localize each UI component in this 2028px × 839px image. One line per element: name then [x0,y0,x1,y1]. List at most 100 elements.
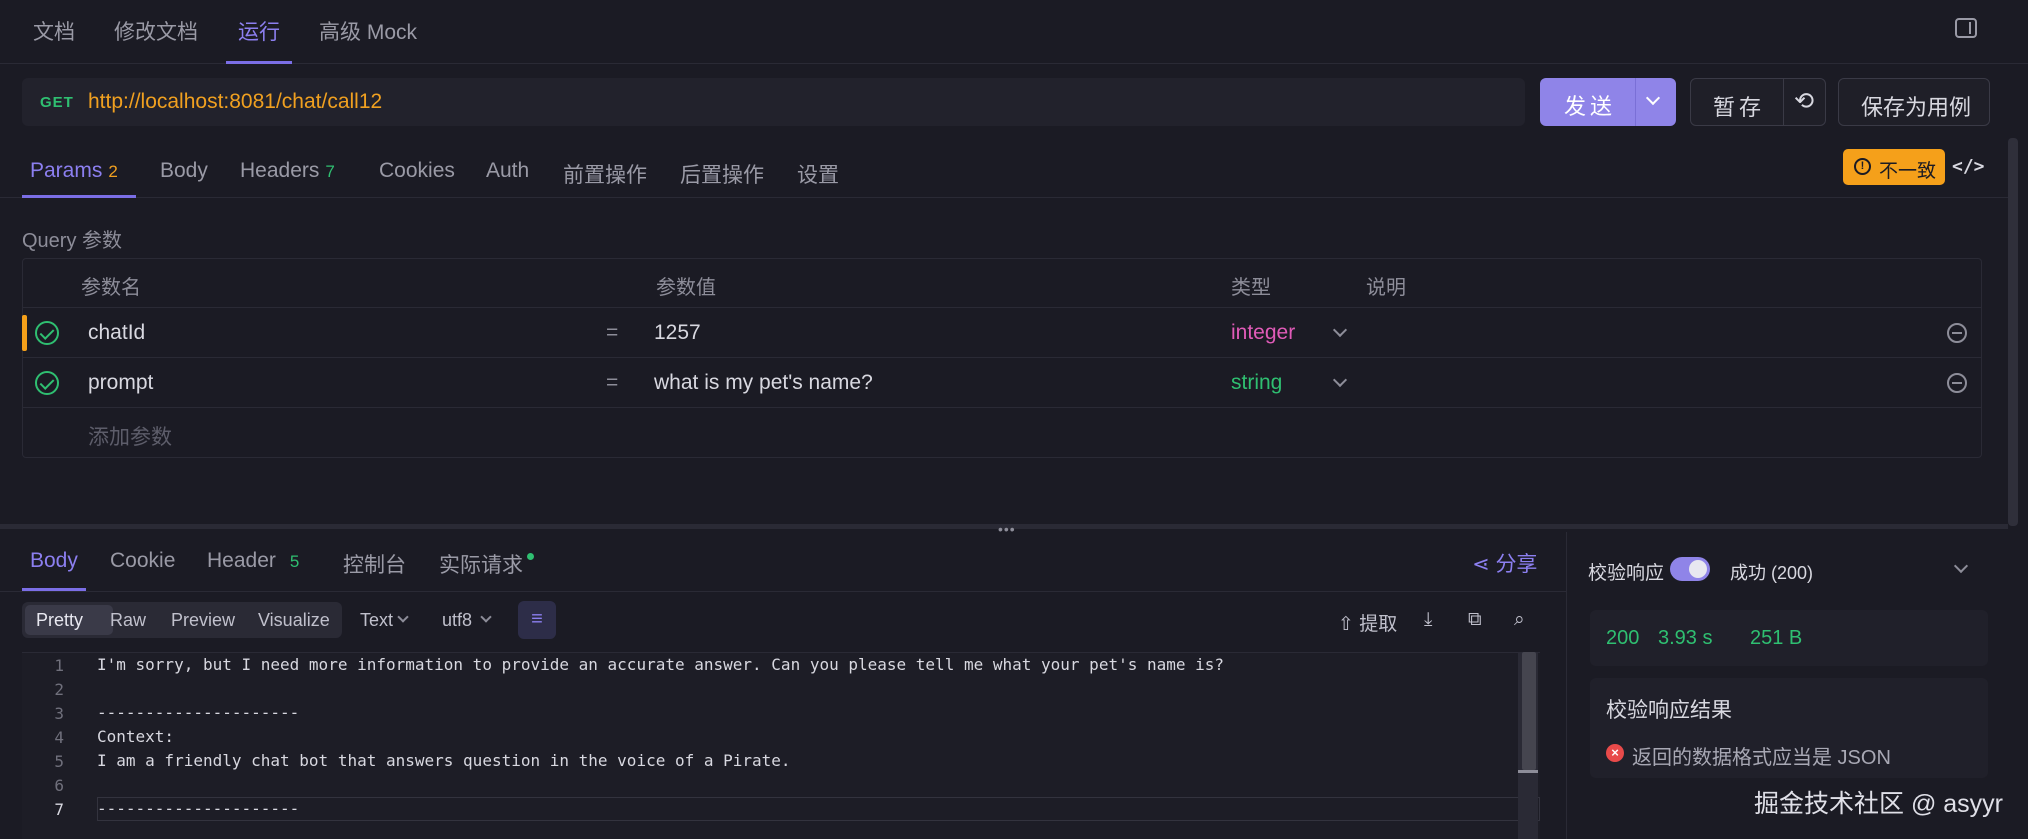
validate-toggle[interactable] [1670,557,1710,581]
save-as-case-label: 保存为用例 [1861,95,1972,120]
view-mode-preview[interactable]: Preview [171,610,235,631]
tab-response-cookie[interactable]: Cookie [110,549,175,573]
validation-error-text: 返回的数据格式应当是 JSON [1632,747,1891,769]
equals-sign: = [606,371,619,394]
watermark: 掘金技术社区 @ asyyr [1754,790,2003,818]
http-method[interactable]: GET [40,94,74,111]
mismatch-badge[interactable]: ! 不一致 [1843,149,1945,185]
add-param-input[interactable]: 添加参数 [88,421,172,451]
tab-headers[interactable]: Headers 7 [240,159,335,183]
table-row: prompt = what is my pet's name? string [23,359,1981,408]
checkbox-checked-icon[interactable] [35,321,59,345]
tab-body[interactable]: Body [160,159,208,183]
active-tab-indicator [226,61,292,64]
code-line: 6 [54,776,64,795]
response-stats: 200 3.93 s 251 B [1590,610,1988,666]
param-type-select[interactable]: string [1231,371,1282,395]
scrollbar[interactable] [2008,138,2018,526]
share-button[interactable]: ⋖ 分享 [1472,548,1537,578]
view-mode-selector: Pretty Raw Preview Visualize [22,602,342,638]
active-tab-indicator [22,588,86,591]
tab-docs[interactable]: 文档 [33,16,75,46]
param-name[interactable]: prompt [88,371,153,395]
chevron-down-icon[interactable] [1332,322,1348,338]
chevron-down-icon[interactable] [480,611,492,623]
send-button[interactable]: 发送 [1540,78,1676,126]
tab-actual-request[interactable]: 实际请求 [439,549,534,579]
chevron-down-icon[interactable] [397,611,409,623]
tab-params[interactable]: Params 2 [30,159,118,183]
copy-icon[interactable]: ⧉ [1468,609,1482,631]
remove-icon[interactable] [1947,373,1967,393]
tab-pre-actions[interactable]: 前置操作 [563,159,647,189]
tab-advanced-mock[interactable]: 高级 Mock [319,16,417,46]
tab-auth[interactable]: Auth [486,159,529,183]
code-line: 2 [54,680,64,699]
code-line: 1 I'm sorry, but I need more information … [54,655,1225,675]
validation-status[interactable]: 成功 (200) [1730,559,1813,585]
tab-response-header[interactable]: Header 5 [207,549,299,573]
encoding-select[interactable]: utf8 [442,610,472,631]
table-header-row: 参数名 参数值 类型 说明 [23,259,1981,308]
view-mode-raw[interactable]: Raw [110,610,146,631]
column-header: 参数值 [656,277,716,299]
response-body-editor[interactable]: 1 I'm sorry, but I need more information … [22,652,1540,839]
column-header: 说明 [1366,277,1406,299]
code-line: 5I am a friendly chat bot that answers q… [54,751,791,771]
status-code: 200 [1606,627,1640,649]
download-icon[interactable]: ⤓ [1424,609,1432,631]
layout-toggle-icon[interactable] [1955,18,1977,38]
share-icon: ⋖ [1472,553,1496,576]
param-value[interactable]: 1257 [654,321,701,345]
param-name[interactable]: chatId [88,321,145,345]
send-divider [1635,78,1636,126]
param-type-select[interactable]: integer [1231,321,1295,345]
tab-run[interactable]: 运行 [238,16,280,46]
save-temp-label: 暂存 [1713,95,1766,120]
wrap-lines-icon[interactable]: ≡ [518,601,556,639]
save-temp-button[interactable]: 暂存 ⟲ [1690,78,1826,126]
param-value[interactable]: what is my pet's name? [654,371,873,395]
code-line-current: 7 --------------------- [22,797,1540,821]
url-input[interactable]: http://localhost:8081/chat/call12 [88,90,382,114]
code-line: 3 --------------------- [54,703,300,723]
format-type-select[interactable]: Text [360,610,393,631]
view-mode-pretty[interactable]: Pretty [36,610,83,631]
code-icon[interactable]: </> [1952,156,1985,177]
column-header: 参数名 [81,277,141,299]
tab-response-body[interactable]: Body [30,549,78,573]
save-temp-divider [1783,79,1784,125]
response-tab-bar: Body Cookie Header 5 控制台 实际请求 [0,532,1566,592]
headers-count-badge: 7 [325,162,335,181]
search-icon[interactable]: ⌕ [1514,609,1525,631]
equals-sign: = [606,321,619,344]
remove-icon[interactable] [1947,323,1967,343]
tab-cookies[interactable]: Cookies [379,159,455,183]
tab-settings[interactable]: 设置 [797,159,839,189]
chevron-down-icon[interactable] [1332,372,1348,388]
mismatch-label: 不一致 [1879,161,1937,182]
current-line-highlight [97,797,1540,821]
params-count-badge: 2 [108,162,118,181]
url-bar[interactable]: GET http://localhost:8081/chat/call12 [22,78,1525,126]
tab-post-actions[interactable]: 后置操作 [680,159,764,189]
tab-console[interactable]: 控制台 [343,549,406,579]
row-mismatch-marker [22,315,27,351]
save-as-case-button[interactable]: 保存为用例 [1838,78,1990,126]
validate-response-label: 校验响应 [1588,563,1665,584]
tab-edit-docs[interactable]: 修改文档 [114,16,198,46]
active-tab-indicator [22,195,136,198]
extract-button[interactable]: ⇧ 提取 [1338,609,1397,636]
code-line: 4 Context: [54,727,175,747]
add-param-row: 添加参数 [23,409,1981,458]
chevron-down-icon[interactable] [1645,90,1661,106]
editor-scroll-thumb[interactable] [1522,652,1536,770]
view-mode-visualize[interactable]: Visualize [258,610,330,631]
header-count-badge: 5 [289,552,300,571]
column-header: 类型 [1231,277,1271,299]
response-size: 251 B [1750,627,1803,649]
status-dot [527,553,534,560]
reset-icon[interactable]: ⟲ [1791,89,1817,115]
response-time: 3.93 s [1658,627,1713,649]
checkbox-checked-icon[interactable] [35,371,59,395]
